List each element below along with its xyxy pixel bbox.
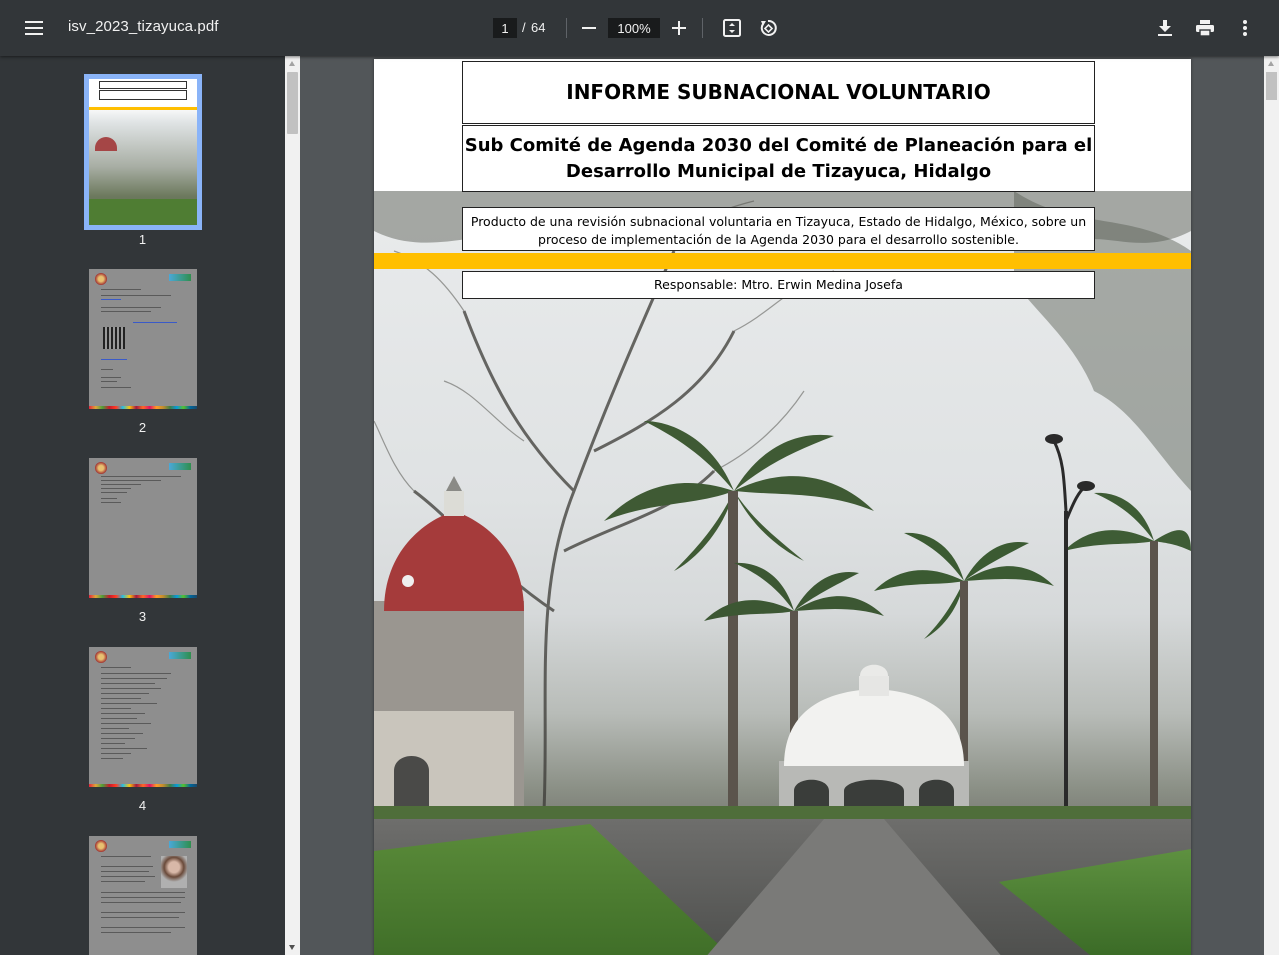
thumbnail-label-2: 2 bbox=[138, 420, 147, 435]
description-line-1: Producto de una revisión subnacional vol… bbox=[470, 214, 1087, 229]
thumbnail-sidebar: 1 2 3 4 bbox=[0, 56, 300, 955]
minus-icon bbox=[582, 27, 596, 29]
document-subtitle: Sub Comité de Agenda 2030 del Comité de … bbox=[462, 125, 1095, 192]
fit-page-button[interactable] bbox=[714, 10, 750, 46]
scroll-up-arrow-icon[interactable] bbox=[1268, 61, 1274, 66]
rotate-icon bbox=[760, 19, 777, 36]
yellow-band bbox=[374, 253, 1191, 269]
subtitle-line-1: Sub Comité de Agenda 2030 del Comité de … bbox=[464, 135, 1093, 156]
more-vert-icon bbox=[1243, 20, 1247, 36]
thumbnail-label-4: 4 bbox=[138, 798, 147, 813]
pdf-toolbar: isv_2023_tizayuca.pdf / 64 bbox=[0, 0, 1279, 56]
municipal-logo-icon bbox=[95, 840, 107, 852]
scroll-up-arrow-icon[interactable] bbox=[289, 61, 295, 66]
print-icon bbox=[1196, 20, 1214, 36]
sidebar-scrollbar[interactable] bbox=[285, 56, 300, 955]
rotate-button[interactable] bbox=[750, 10, 786, 46]
scroll-down-arrow-icon[interactable] bbox=[289, 945, 295, 950]
file-name: isv_2023_tizayuca.pdf bbox=[68, 18, 219, 35]
document-title: INFORME SUBNACIONAL VOLUNTARIO bbox=[462, 61, 1095, 124]
page-separator: / bbox=[522, 20, 526, 35]
total-pages: 64 bbox=[531, 20, 546, 35]
zoom-input[interactable] bbox=[608, 18, 660, 38]
viewer-scroll-thumb[interactable] bbox=[1266, 72, 1277, 100]
subtitle-line-2: Desarrollo Municipal de Tizayuca, Hidalg… bbox=[565, 161, 992, 182]
municipal-logo-icon bbox=[95, 462, 107, 474]
pdf-page-1: INFORME SUBNACIONAL VOLUNTARIO Sub Comit… bbox=[374, 59, 1191, 955]
hamburger-menu-icon[interactable] bbox=[16, 10, 52, 46]
qr-code-icon bbox=[103, 327, 125, 349]
toolbar-divider bbox=[566, 18, 567, 38]
zoom-out-button[interactable] bbox=[571, 10, 607, 46]
document-responsible: Responsable: Mtro. Erwin Medina Josefa bbox=[462, 271, 1095, 299]
plus-icon bbox=[672, 21, 686, 35]
thumbnail-grass bbox=[89, 199, 197, 225]
sdg-color-stripe bbox=[89, 784, 197, 787]
viewer-scrollbar[interactable] bbox=[1264, 56, 1279, 955]
agenda-logo-icon bbox=[169, 841, 191, 848]
agenda-logo-icon bbox=[169, 274, 191, 281]
document-description: Producto de una revisión subnacional vol… bbox=[462, 207, 1095, 251]
cover-photo-plaza bbox=[374, 191, 1191, 955]
thumbnail-yellow-band bbox=[89, 107, 197, 110]
thumbnail-label-1: 1 bbox=[138, 232, 147, 247]
sdg-color-stripe bbox=[89, 406, 197, 409]
download-icon bbox=[1158, 19, 1172, 36]
municipal-logo-icon bbox=[95, 651, 107, 663]
more-actions-button[interactable] bbox=[1227, 10, 1263, 46]
page-number-input[interactable] bbox=[493, 18, 517, 38]
thumbnail-page-3[interactable] bbox=[89, 458, 197, 598]
pdf-viewer: INFORME SUBNACIONAL VOLUNTARIO Sub Comit… bbox=[300, 56, 1279, 955]
description-line-2: proceso de implementación de la Agenda 2… bbox=[538, 232, 1019, 247]
sdg-color-stripe bbox=[89, 595, 197, 598]
municipal-logo-icon bbox=[95, 273, 107, 285]
thumbnail-label-3: 3 bbox=[138, 609, 147, 624]
zoom-in-button[interactable] bbox=[661, 10, 697, 46]
download-button[interactable] bbox=[1147, 10, 1183, 46]
fit-page-icon bbox=[723, 19, 741, 37]
thumbnail-subtitle-box bbox=[99, 90, 187, 100]
sidebar-scroll-thumb[interactable] bbox=[287, 72, 298, 134]
agenda-logo-icon bbox=[169, 463, 191, 470]
thumbnail-page-5[interactable] bbox=[89, 836, 197, 955]
print-button[interactable] bbox=[1187, 10, 1223, 46]
toolbar-divider bbox=[702, 18, 703, 38]
thumbnail-page-1[interactable] bbox=[84, 74, 202, 230]
portrait-photo bbox=[161, 856, 187, 888]
thumbnail-page-4[interactable] bbox=[89, 647, 197, 787]
thumbnail-page-2[interactable] bbox=[89, 269, 197, 409]
thumbnail-title-box bbox=[99, 81, 187, 89]
agenda-logo-icon bbox=[169, 652, 191, 659]
